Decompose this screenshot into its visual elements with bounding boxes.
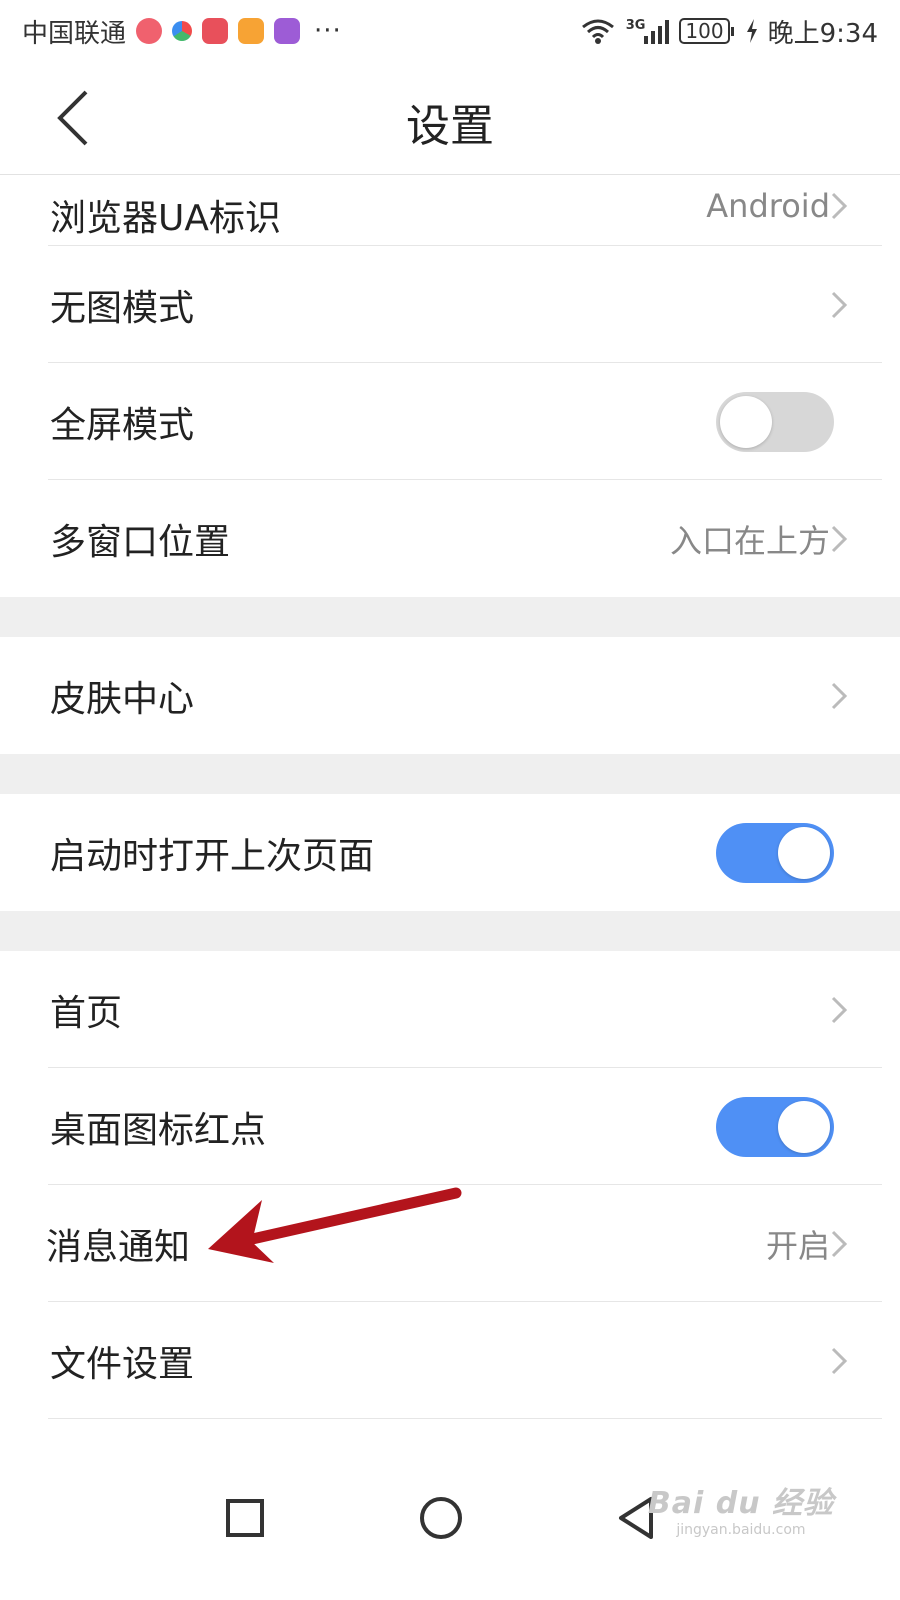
setting-multi-window[interactable]: 多窗口位置 入口在上方 <box>0 480 900 597</box>
setting-multi-window-value: 入口在上方 <box>669 521 830 560</box>
setting-skin[interactable]: 皮肤中心 <box>0 637 900 754</box>
home-icon[interactable] <box>411 1488 471 1548</box>
setting-ua[interactable]: 浏览器UA标识 Android <box>0 175 900 246</box>
chevron-right-icon <box>831 1230 848 1257</box>
fullscreen-toggle[interactable] <box>716 391 834 452</box>
section-divider <box>0 911 900 951</box>
chart-app-icon <box>274 18 301 44</box>
recent-apps-icon[interactable] <box>215 1488 275 1548</box>
setting-ua-value: Android <box>706 187 830 225</box>
page-title: 设置 <box>406 101 494 152</box>
setting-multi-window-label: 多窗口位置 <box>50 521 231 563</box>
chevron-right-icon <box>831 996 848 1023</box>
settings-list: 浏览器UA标识 Android 无图模式 全屏模式 多窗口位置 入口在上方 皮肤… <box>0 175 900 1419</box>
setting-file-label: 文件设置 <box>50 1343 195 1385</box>
photo-app-icon <box>172 21 193 41</box>
clock-label: 晚上9:34 <box>767 18 878 49</box>
setting-notification-label: 消息通知 <box>46 1226 191 1268</box>
setting-homepage[interactable]: 首页 <box>0 951 900 1068</box>
chevron-right-icon <box>831 525 848 552</box>
more-notifications-icon: ··· <box>314 16 342 46</box>
section-divider <box>0 597 900 637</box>
signal-icon: 3G <box>626 18 670 44</box>
heart-app-icon <box>202 18 229 44</box>
setting-notification[interactable]: 消息通知 开启 <box>0 1185 900 1302</box>
setting-red-dot: 桌面图标红点 <box>0 1068 900 1185</box>
restore-toggle[interactable] <box>716 822 834 883</box>
setting-file[interactable]: 文件设置 <box>0 1302 900 1419</box>
setting-red-dot-label: 桌面图标红点 <box>50 1109 267 1151</box>
network-type-label: 3G <box>625 18 646 33</box>
carrier-label: 中国联通 <box>22 18 127 49</box>
chevron-right-icon <box>831 192 848 220</box>
chevron-right-icon <box>831 291 848 318</box>
setting-restore-label: 启动时打开上次页面 <box>50 835 375 877</box>
baidu-jingyan-watermark: Bai du 经验 jingyan.baidu.com <box>648 1478 834 1538</box>
video-app-icon <box>238 18 265 44</box>
battery-icon: 100 <box>679 18 734 44</box>
setting-no-image[interactable]: 无图模式 <box>0 246 900 363</box>
chevron-right-icon <box>831 1347 848 1374</box>
setting-fullscreen-label: 全屏模式 <box>50 404 195 446</box>
setting-skin-label: 皮肤中心 <box>50 678 195 720</box>
watermark-sub: jingyan.baidu.com <box>676 1522 806 1538</box>
section-divider <box>0 754 900 794</box>
setting-homepage-label: 首页 <box>50 992 123 1034</box>
setting-restore: 启动时打开上次页面 <box>0 794 900 911</box>
setting-fullscreen: 全屏模式 <box>0 363 900 480</box>
watermark-main: Bai du 经验 <box>647 1486 834 1521</box>
header: 设置 <box>0 62 900 175</box>
charging-icon <box>746 19 757 43</box>
wifi-icon <box>581 19 614 44</box>
weibo-app-icon <box>136 18 163 44</box>
setting-ua-label: 浏览器UA标识 <box>50 198 281 239</box>
setting-notification-value: 开启 <box>765 1226 830 1265</box>
chevron-right-icon <box>831 682 848 709</box>
red-dot-toggle[interactable] <box>716 1096 834 1157</box>
setting-no-image-label: 无图模式 <box>50 287 195 329</box>
status-bar: 中国联通 ··· 3G 100 晚上9:34 <box>0 0 900 62</box>
